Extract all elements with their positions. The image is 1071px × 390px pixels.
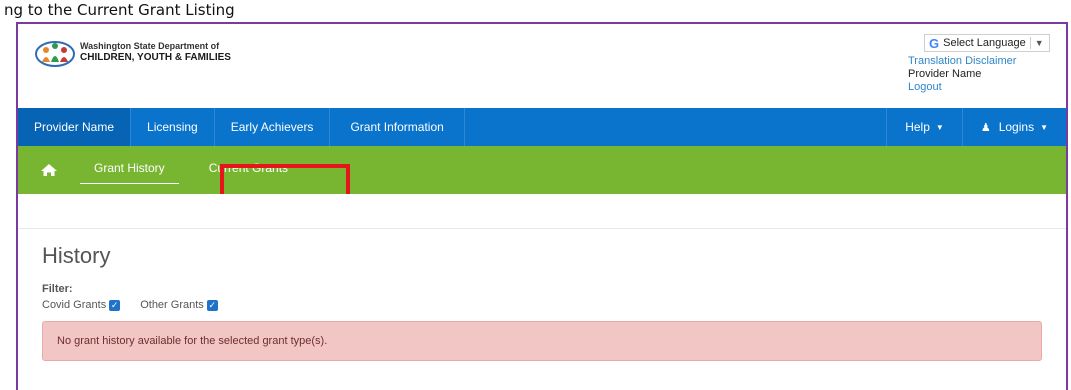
logout-link[interactable]: Logout	[908, 81, 1036, 94]
main-content: History Filter: Covid Grants ✓ Other Gra…	[18, 229, 1066, 390]
home-icon[interactable]	[40, 163, 58, 177]
nav-spacer	[465, 108, 888, 146]
current-grants-highlight	[220, 164, 350, 198]
filter-row: Covid Grants ✓ Other Grants ✓	[42, 299, 1066, 311]
browser-frame: Washington State Department of CHILDREN,…	[16, 22, 1068, 390]
nav-provider-name[interactable]: Provider Name	[18, 108, 132, 146]
dcyf-logo[interactable]: Washington State Department of CHILDREN,…	[34, 36, 231, 68]
provider-name-label: Provider Name	[908, 68, 982, 80]
secondary-nav: Grant History Current Grants	[18, 146, 1066, 194]
spacer-band	[18, 194, 1066, 229]
logo-line2: CHILDREN, YOUTH & FAMILIES	[80, 52, 231, 63]
logo-line1: Washington State Department of	[80, 41, 220, 51]
page-caption: ng to the Current Grant Listing	[4, 1, 235, 19]
alert-message: No grant history available for the selec…	[57, 335, 328, 347]
caret-down-icon: ▼	[1040, 122, 1048, 132]
nav-grant-information[interactable]: Grant Information	[330, 108, 465, 146]
other-grants-label: Other Grants	[140, 299, 204, 311]
help-label: Help	[905, 120, 930, 134]
translation-disclaimer-link[interactable]: Translation Disclaimer	[908, 55, 1036, 68]
filter-label: Filter:	[42, 283, 73, 295]
covid-grants-checkbox[interactable]: ✓	[109, 299, 121, 311]
tab-grant-history[interactable]: Grant History	[80, 157, 179, 184]
chevron-down-icon: ▼	[1034, 38, 1044, 48]
primary-nav: Provider Name Licensing Early Achievers …	[18, 108, 1066, 146]
covid-grants-label: Covid Grants	[42, 299, 107, 311]
no-history-alert: No grant history available for the selec…	[42, 321, 1042, 361]
nav-early-achievers[interactable]: Early Achievers	[215, 108, 331, 146]
caret-down-icon: ▼	[935, 122, 944, 132]
nav-licensing[interactable]: Licensing	[131, 108, 215, 146]
logins-menu[interactable]: ♟ Logins ▼	[963, 108, 1066, 146]
user-icon: ♟	[980, 121, 991, 134]
language-divider	[1029, 37, 1031, 49]
other-grants-checkbox[interactable]: ✓	[206, 299, 218, 311]
site-header: Washington State Department of CHILDREN,…	[18, 24, 1066, 108]
language-select-label: Select Language	[943, 37, 1026, 49]
family-logo-icon	[35, 41, 75, 67]
page-title: History	[42, 243, 111, 268]
header-links: Translation Disclaimer Provider Name Log…	[908, 55, 1036, 94]
help-menu[interactable]: Help ▼	[887, 108, 963, 146]
google-icon: G	[929, 35, 940, 51]
language-select[interactable]: G Select Language ▼	[924, 34, 1050, 52]
logins-label: Logins	[998, 120, 1035, 134]
